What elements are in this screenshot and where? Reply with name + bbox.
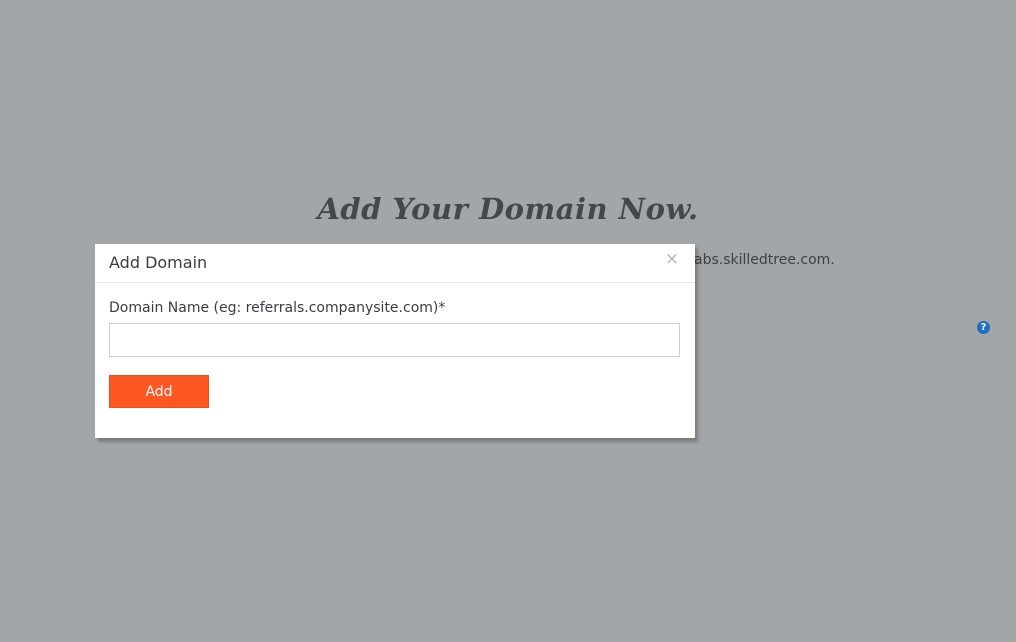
- add-domain-modal: Add Domain × Domain Name (eg: referrals.…: [95, 244, 695, 438]
- domain-name-input[interactable]: [109, 323, 680, 357]
- modal-header: Add Domain ×: [95, 244, 695, 283]
- close-icon[interactable]: ×: [665, 251, 679, 268]
- page-heading: Add Your Domain Now.: [317, 192, 699, 226]
- add-button[interactable]: Add: [109, 375, 209, 408]
- domain-hint-text: abs.skilledtree.com.: [694, 252, 835, 268]
- modal-title: Add Domain: [109, 253, 208, 272]
- modal-body: Domain Name (eg: referrals.companysite.c…: [95, 283, 695, 408]
- domain-name-label: Domain Name (eg: referrals.companysite.c…: [109, 300, 446, 316]
- page: Add Your Domain Now. abs.skilledtree.com…: [0, 0, 1016, 642]
- help-circle-icon[interactable]: ?: [977, 321, 990, 334]
